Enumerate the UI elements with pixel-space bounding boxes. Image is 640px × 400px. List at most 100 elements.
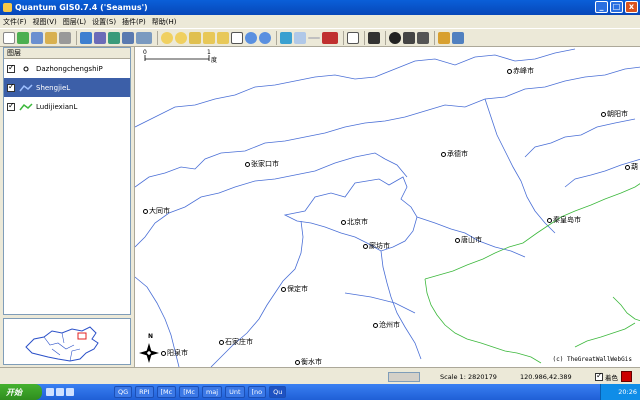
media-icon[interactable] (66, 388, 74, 396)
taskbar-button-active[interactable]: Qu (269, 386, 287, 398)
city-label: 朝阳市 (601, 109, 628, 119)
add-raster-layer-icon[interactable] (94, 31, 106, 44)
render-progress-bar (388, 372, 420, 382)
render-toggle[interactable]: 着色 (595, 371, 618, 382)
open-project-icon[interactable] (17, 31, 29, 44)
north-label: N (148, 333, 154, 340)
layer-name: LudijiexianL (36, 102, 78, 111)
stop-render-button[interactable] (621, 371, 632, 382)
print-icon[interactable] (59, 31, 71, 44)
zoom-out-icon[interactable] (175, 31, 187, 44)
capture-dropdown-icon[interactable] (322, 31, 338, 44)
measure-line-icon[interactable] (308, 36, 320, 39)
city-label: 赤峰市 (507, 66, 534, 76)
maximize-button[interactable]: □ (610, 1, 623, 13)
menu-layer[interactable]: 图层(L) (63, 17, 86, 27)
zoom-full-icon[interactable] (189, 31, 201, 44)
city-label: 廊坊市 (363, 241, 390, 251)
menu-plugins[interactable]: 插件(P) (122, 17, 146, 27)
layer-visibility-checkbox[interactable] (7, 82, 15, 92)
layer-tools-icon[interactable] (122, 31, 134, 44)
map-canvas[interactable]: 0 1 度 N 赤峰市 朝阳市 张家口市 承德市 大同市 北京市 秦皇岛市 廊坊… (134, 47, 640, 367)
close-button[interactable]: x (625, 1, 638, 13)
attribute-table-icon[interactable] (347, 31, 359, 44)
scalebar-start: 0 (143, 49, 147, 56)
title-bar[interactable]: Quantum GIS0.7.4 ('Seamus') _ □ x (0, 0, 640, 15)
zoom-last-icon[interactable] (245, 31, 257, 44)
status-bar: Scale 1: 2820179 120.986,42.389 着色 (0, 367, 640, 384)
ie-icon[interactable] (46, 388, 54, 396)
pan-icon[interactable] (231, 31, 243, 44)
taskbar-button[interactable]: maj (201, 386, 223, 398)
layer-dropdown-icon[interactable] (136, 31, 152, 44)
menu-view[interactable]: 视图(V) (33, 17, 57, 27)
window-title: Quantum GIS0.7.4 ('Seamus') (15, 3, 148, 12)
city-label: 石家庄市 (219, 337, 253, 347)
toolbar-separator (364, 30, 365, 45)
toolbar-separator (434, 30, 435, 45)
north-arrow-icon[interactable] (417, 31, 429, 44)
layer-item-shengjie[interactable]: ShengjieL (4, 78, 130, 97)
zoom-in-icon[interactable] (161, 31, 173, 44)
taskbar-button[interactable]: [Mc (179, 386, 199, 398)
save-project-icon[interactable] (31, 31, 43, 44)
layers-header: 图层 (4, 48, 130, 59)
coordinate-readout: 120.986,42.389 (520, 373, 572, 381)
render-label: 着色 (605, 374, 618, 382)
toolbar-separator (276, 30, 277, 45)
city-label: 衡水市 (295, 357, 322, 367)
taskbar-button[interactable]: [Mc (156, 386, 177, 398)
zoom-selection-icon[interactable] (203, 31, 215, 44)
map-copyright: (c) TheGreatWallWebGis (552, 356, 632, 363)
layer-item-ludijiexian[interactable]: LudijiexianL (4, 97, 130, 116)
layer-item-dazhongchengshi[interactable]: DazhongchengshiP (4, 59, 130, 78)
layer-visibility-checkbox[interactable] (7, 63, 15, 73)
select-icon[interactable] (294, 31, 306, 44)
system-tray: 20:26 (600, 384, 640, 400)
clock[interactable]: 20:26 (618, 388, 637, 396)
menu-file[interactable]: 文件(F) (3, 17, 27, 27)
new-project-icon[interactable] (3, 31, 15, 44)
taskbar-button[interactable]: RPI (135, 386, 154, 398)
overview-map[interactable] (3, 318, 131, 365)
scalebar-unit: 度 (211, 57, 218, 64)
city-label: 北京市 (341, 217, 368, 227)
start-button[interactable]: 开始 (0, 384, 42, 400)
minimize-button[interactable]: _ (595, 1, 608, 13)
render-checkbox[interactable] (595, 371, 603, 381)
toolbar-separator (76, 30, 77, 45)
layers-panel: 图层 DazhongchengshiP ShengjieL Ludijiexia… (3, 47, 131, 315)
quick-launch (46, 388, 74, 396)
scalebar-icon[interactable] (403, 31, 415, 44)
zoom-layer-icon[interactable] (217, 31, 229, 44)
add-vector-layer-icon[interactable] (80, 31, 92, 44)
add-postgis-layer-icon[interactable] (108, 31, 120, 44)
city-label: 张家口市 (245, 159, 279, 169)
refresh-icon[interactable] (259, 31, 271, 44)
toolbar (0, 28, 640, 47)
taskbar-button[interactable]: QG (114, 386, 133, 398)
overview-extent-box (77, 332, 87, 340)
taskbar-button[interactable]: Unt (225, 386, 245, 398)
layer-name: DazhongchengshiP (36, 64, 103, 73)
city-label: 沧州市 (373, 320, 400, 330)
whats-this-icon[interactable] (368, 31, 380, 44)
line-symbol-icon (19, 83, 33, 93)
line-symbol-icon (19, 102, 33, 112)
city-label: 大同市 (143, 206, 170, 216)
map-grid-icon[interactable] (389, 31, 401, 44)
desktop-icon[interactable] (56, 388, 64, 396)
point-symbol-icon (19, 64, 33, 74)
city-label: 阳泉市 (161, 348, 188, 358)
save-as-icon[interactable] (45, 31, 57, 44)
overview-china-map (25, 326, 99, 362)
identify-icon[interactable] (280, 31, 292, 44)
taskbar: 开始 QG RPI [Mc [Mc maj Unt [no Qu 20:26 (0, 384, 640, 400)
map-boundaries (135, 48, 640, 367)
layer-visibility-checkbox[interactable] (7, 101, 15, 111)
menu-help[interactable]: 帮助(H) (152, 17, 177, 27)
plugin-icon[interactable] (438, 31, 450, 44)
menu-settings[interactable]: 设置(S) (92, 17, 116, 27)
taskbar-button[interactable]: [no (247, 386, 267, 398)
gps-icon[interactable] (452, 31, 464, 44)
